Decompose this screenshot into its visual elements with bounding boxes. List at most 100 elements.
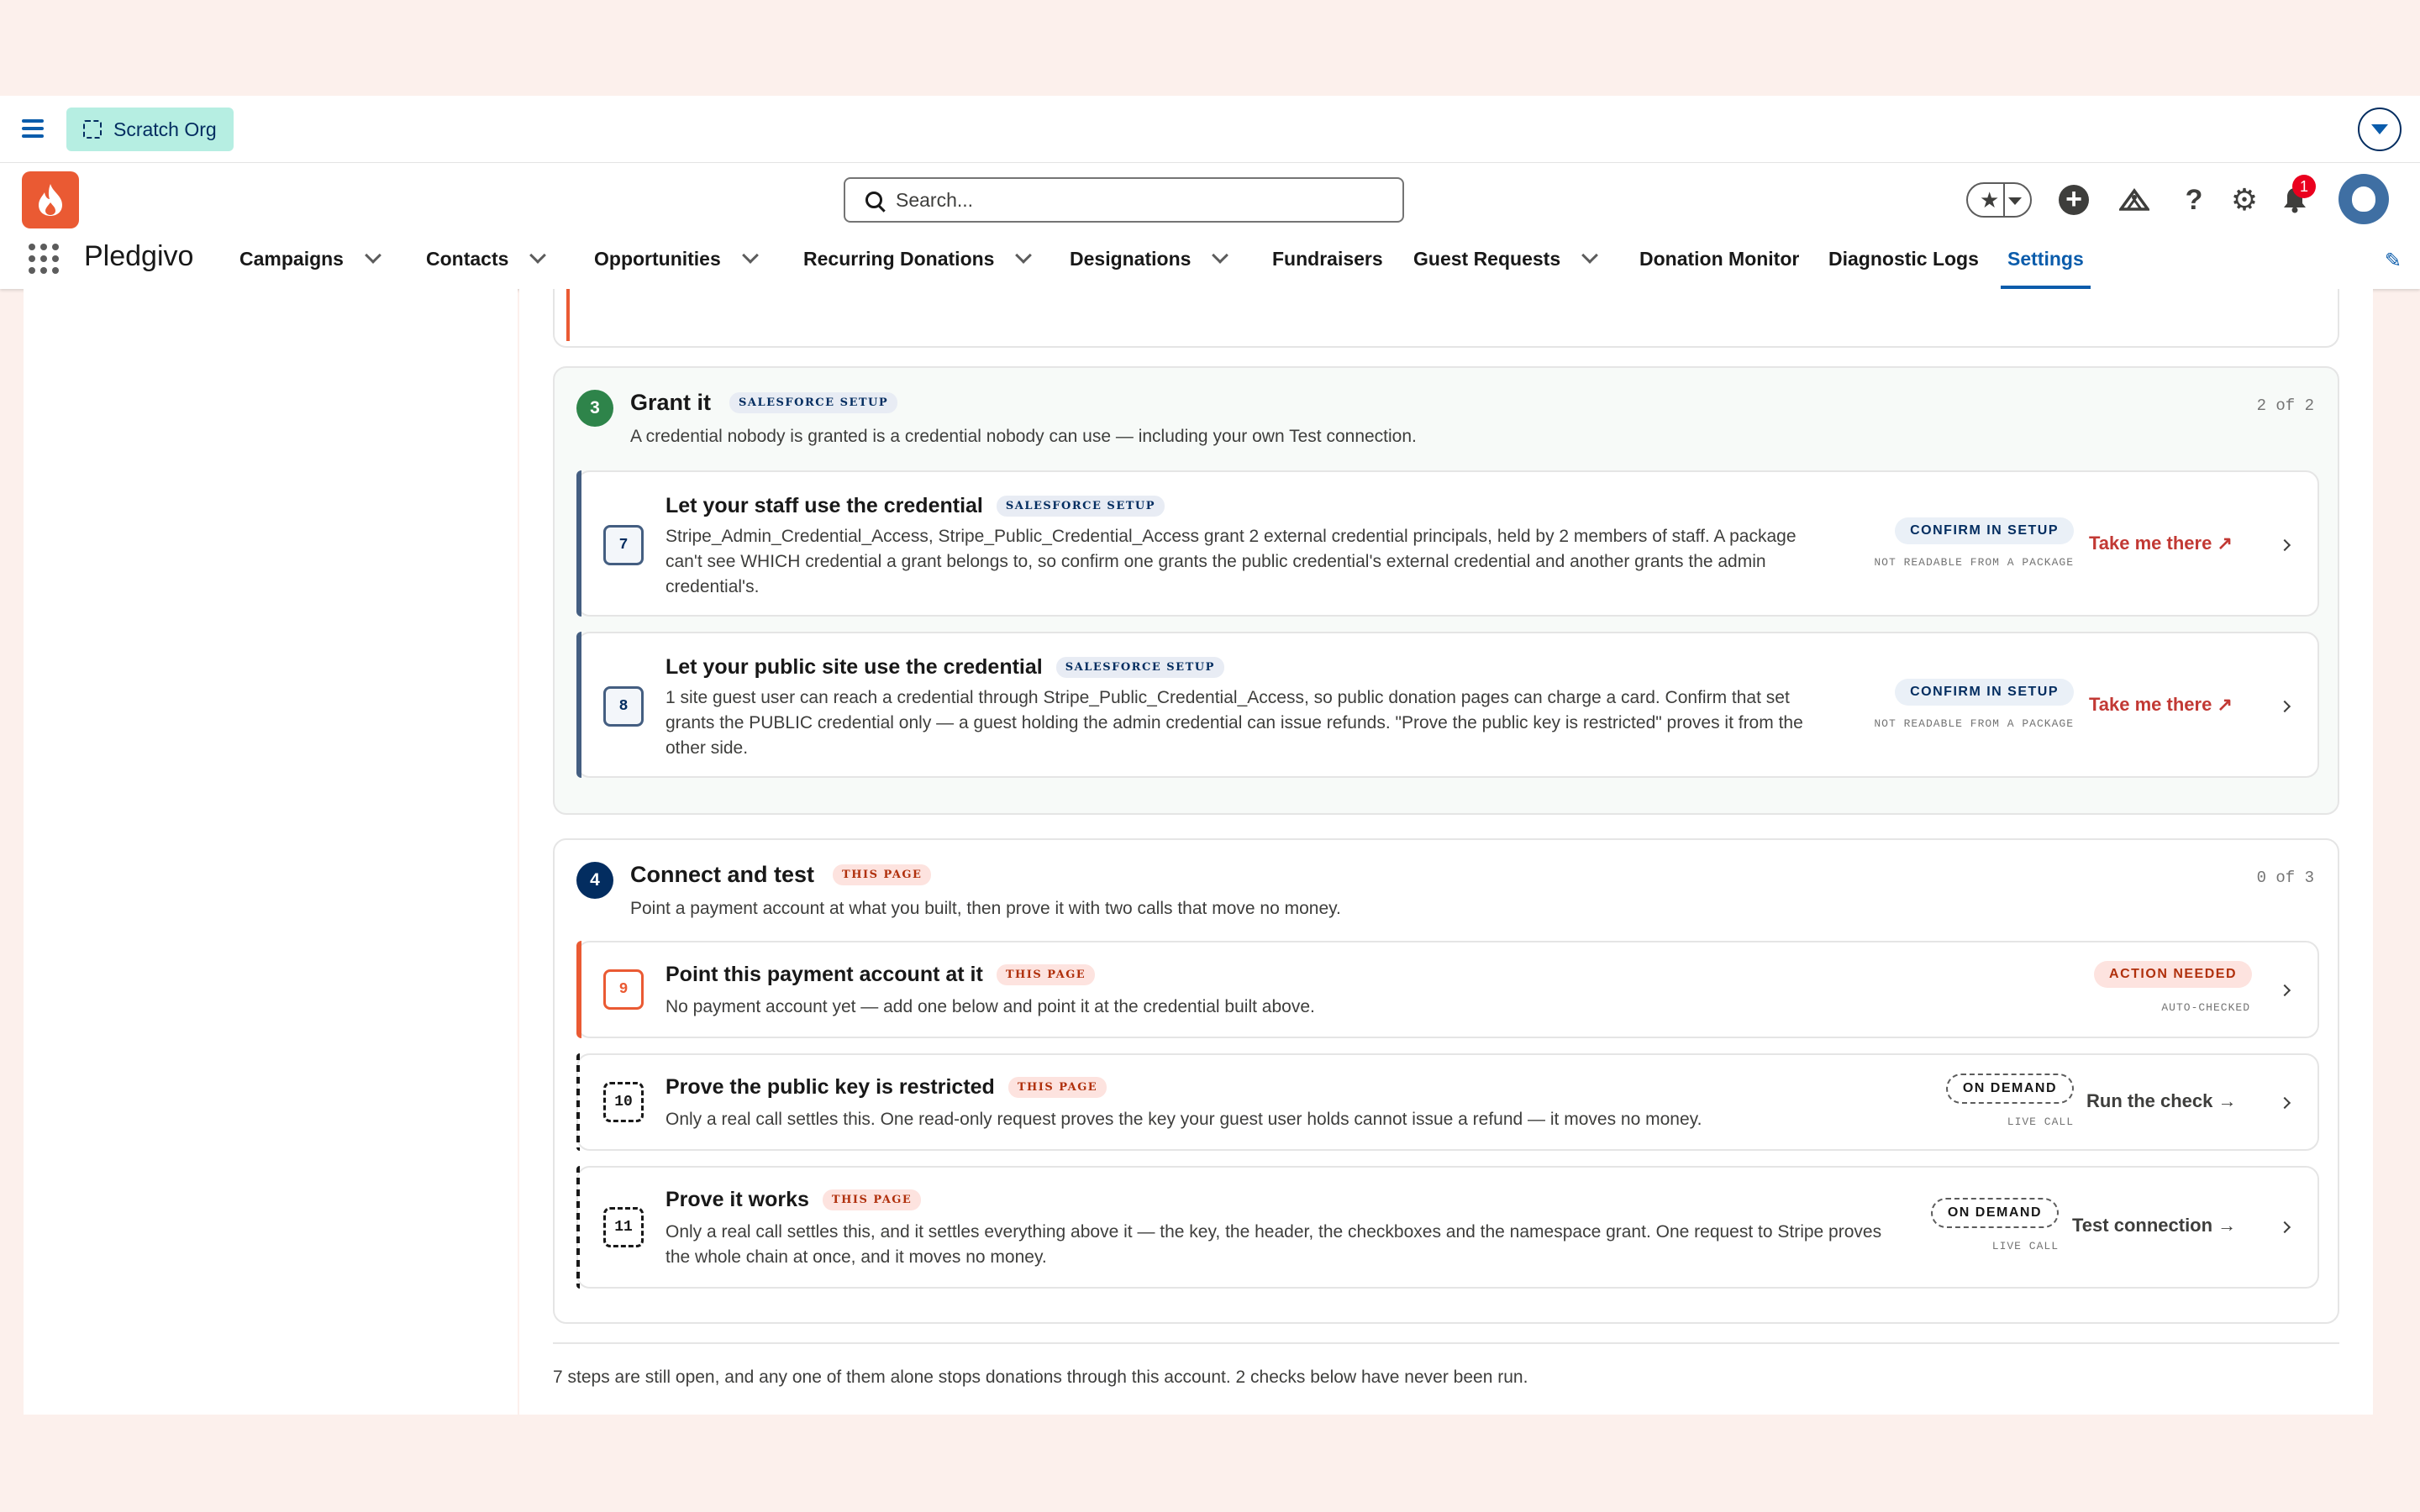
left-panel [24, 289, 518, 1415]
checklist-summary: 7 steps are still open, and any one of t… [553, 1342, 2339, 1388]
user-avatar[interactable] [2338, 174, 2389, 224]
take-me-there-link[interactable]: Take me there ↗ [2089, 533, 2233, 554]
step-tag: SALESFORCE SETUP [996, 496, 1165, 517]
chevron-right-icon[interactable] [2278, 538, 2291, 552]
chevron-down-icon[interactable] [1581, 247, 1599, 264]
plus-icon: + [2059, 185, 2089, 215]
nav-label: Donation Monitor [1639, 247, 1800, 270]
chevron-down-icon[interactable] [1015, 247, 1033, 264]
chevron-down-icon[interactable] [1212, 247, 1229, 264]
flame-icon [39, 184, 62, 216]
step-title-text: Let your staff use the credential [666, 494, 983, 517]
global-header: Search... ★ + ? ⚙ 1 Pledgivo Campaigns C… [0, 163, 2420, 289]
step-number: 10 [603, 1082, 644, 1122]
status-badge: CONFIRM IN SETUP [1895, 517, 2074, 544]
status-badge: CONFIRM IN SETUP [1895, 679, 2074, 706]
status-sub-label: LIVE CALL [2007, 1116, 2074, 1128]
favorites-button[interactable]: ★ [1966, 182, 2032, 218]
step-number: 11 [603, 1207, 644, 1247]
org-menu-dropdown-icon[interactable] [2358, 108, 2402, 151]
take-me-there-link[interactable]: Take me there ↗ [2089, 694, 2233, 716]
section-progress-count: 0 of 3 [2256, 869, 2314, 887]
nav-item-recurring-donations[interactable]: Recurring Donations [803, 228, 1033, 289]
step-number: 7 [603, 525, 644, 565]
global-search-input[interactable]: Search... [844, 177, 1404, 223]
step-number: 8 [603, 686, 644, 727]
app-logo[interactable] [22, 171, 79, 228]
section-description: Point a payment account at what you buil… [630, 899, 1341, 918]
trailhead-icon [2119, 188, 2149, 211]
step-description: Stripe_Admin_Credential_Access, Stripe_P… [666, 527, 1797, 596]
app-navigation: Pledgivo Campaigns Contacts Opportunitie… [0, 228, 2420, 289]
section-number: 3 [576, 390, 613, 427]
section-title-text: Grant it [630, 390, 712, 415]
section-tag: SALESFORCE SETUP [729, 392, 898, 413]
search-placeholder: Search... [896, 188, 974, 211]
nav-item-donation-monitor[interactable]: Donation Monitor [1639, 228, 1799, 289]
step-tag: SALESFORCE SETUP [1055, 657, 1224, 678]
section-progress-count: 2 of 2 [2256, 396, 2314, 415]
nav-item-campaigns[interactable]: Campaigns [239, 228, 381, 289]
edit-nav-pencil-icon[interactable]: ✎ [2385, 249, 2402, 273]
chevron-down-icon[interactable] [741, 247, 759, 264]
app-launcher-icon[interactable] [29, 244, 59, 274]
step-title: Let your public site use the credential … [666, 655, 1224, 680]
step-card-10[interactable]: 10 Prove the public key is restricted TH… [576, 1053, 2319, 1151]
gear-icon[interactable]: ⚙ [2223, 176, 2265, 223]
nav-label: Diagnostic Logs [1828, 247, 1979, 270]
chevron-right-icon[interactable] [2278, 1221, 2291, 1234]
section-title: Connect and test THIS PAGE [630, 862, 932, 888]
step-card-9[interactable]: 9 Point this payment account at it THIS … [576, 941, 2319, 1038]
scratch-org-badge[interactable]: Scratch Org [66, 108, 234, 151]
hamburger-menu-icon[interactable] [22, 119, 44, 138]
nav-item-fundraisers[interactable]: Fundraisers [1272, 228, 1383, 289]
step-description: No payment account yet — add one below a… [666, 997, 1315, 1016]
step-description: Only a real call settles this. One read-… [666, 1110, 1702, 1129]
step-tag: THIS PAGE [996, 964, 1096, 985]
org-label: Scratch Org [113, 118, 217, 140]
help-icon[interactable]: ? [2173, 176, 2215, 223]
nav-item-guest-requests[interactable]: Guest Requests [1413, 228, 1599, 289]
test-connection-button[interactable]: Test connection → [2072, 1215, 2236, 1236]
nav-label: Recurring Donations [803, 247, 995, 270]
section-title-text: Connect and test [630, 862, 815, 887]
step-card-8[interactable]: 8 Let your public site use the credentia… [576, 632, 2319, 778]
step-title-text: Prove it works [666, 1188, 809, 1211]
section-title: Grant it SALESFORCE SETUP [630, 390, 898, 416]
chevron-down-icon[interactable] [529, 247, 547, 264]
section-tag: THIS PAGE [833, 864, 932, 885]
step-number: 9 [603, 969, 644, 1010]
step-title-text: Let your public site use the credential [666, 655, 1043, 679]
section-connect-and-test: 4 Connect and test THIS PAGE Point a pay… [553, 838, 2339, 1324]
step-card-7[interactable]: 7 Let your staff use the credential SALE… [576, 470, 2319, 617]
favorites-dropdown-icon[interactable] [2008, 197, 2022, 205]
nav-item-opportunities[interactable]: Opportunities [594, 228, 759, 289]
status-sub-label: NOT READABLE FROM A PACKAGE [1874, 717, 2074, 730]
step-card-11[interactable]: 11 Prove it works THIS PAGE Only a real … [576, 1166, 2319, 1289]
step-title-text: Prove the public key is restricted [666, 1075, 995, 1099]
chevron-right-icon[interactable] [2278, 700, 2291, 713]
run-the-check-button[interactable]: Run the check → [2086, 1090, 2236, 1112]
step-title-text: Point this payment account at it [666, 963, 983, 986]
step-description: Only a real call settles this, and it se… [666, 1222, 1882, 1267]
nav-label: Guest Requests [1413, 247, 1561, 270]
nav-item-designations[interactable]: Designations [1070, 228, 1229, 289]
nav-item-settings[interactable]: Settings [2001, 228, 2091, 289]
trailhead-button[interactable] [2111, 176, 2158, 223]
nav-label: Campaigns [239, 247, 344, 270]
nav-item-contacts[interactable]: Contacts [426, 228, 547, 289]
step-title: Prove the public key is restricted THIS … [666, 1075, 1107, 1100]
dashed-square-icon [83, 120, 102, 139]
step-tag: THIS PAGE [1007, 1077, 1107, 1098]
nav-label: Designations [1070, 247, 1192, 270]
chevron-right-icon[interactable] [2278, 984, 2291, 997]
chevron-right-icon[interactable] [2278, 1096, 2291, 1110]
step-title: Let your staff use the credential SALESF… [666, 494, 1165, 518]
status-badge: ON DEMAND [1930, 1198, 2059, 1228]
global-actions-button[interactable]: + [2050, 176, 2097, 223]
nav-label: Contacts [426, 247, 509, 270]
chevron-down-icon[interactable] [365, 247, 381, 264]
nav-label: Opportunities [594, 247, 721, 270]
nav-item-diagnostic-logs[interactable]: Diagnostic Logs [1828, 228, 1979, 289]
nav-label: Fundraisers [1272, 247, 1383, 270]
